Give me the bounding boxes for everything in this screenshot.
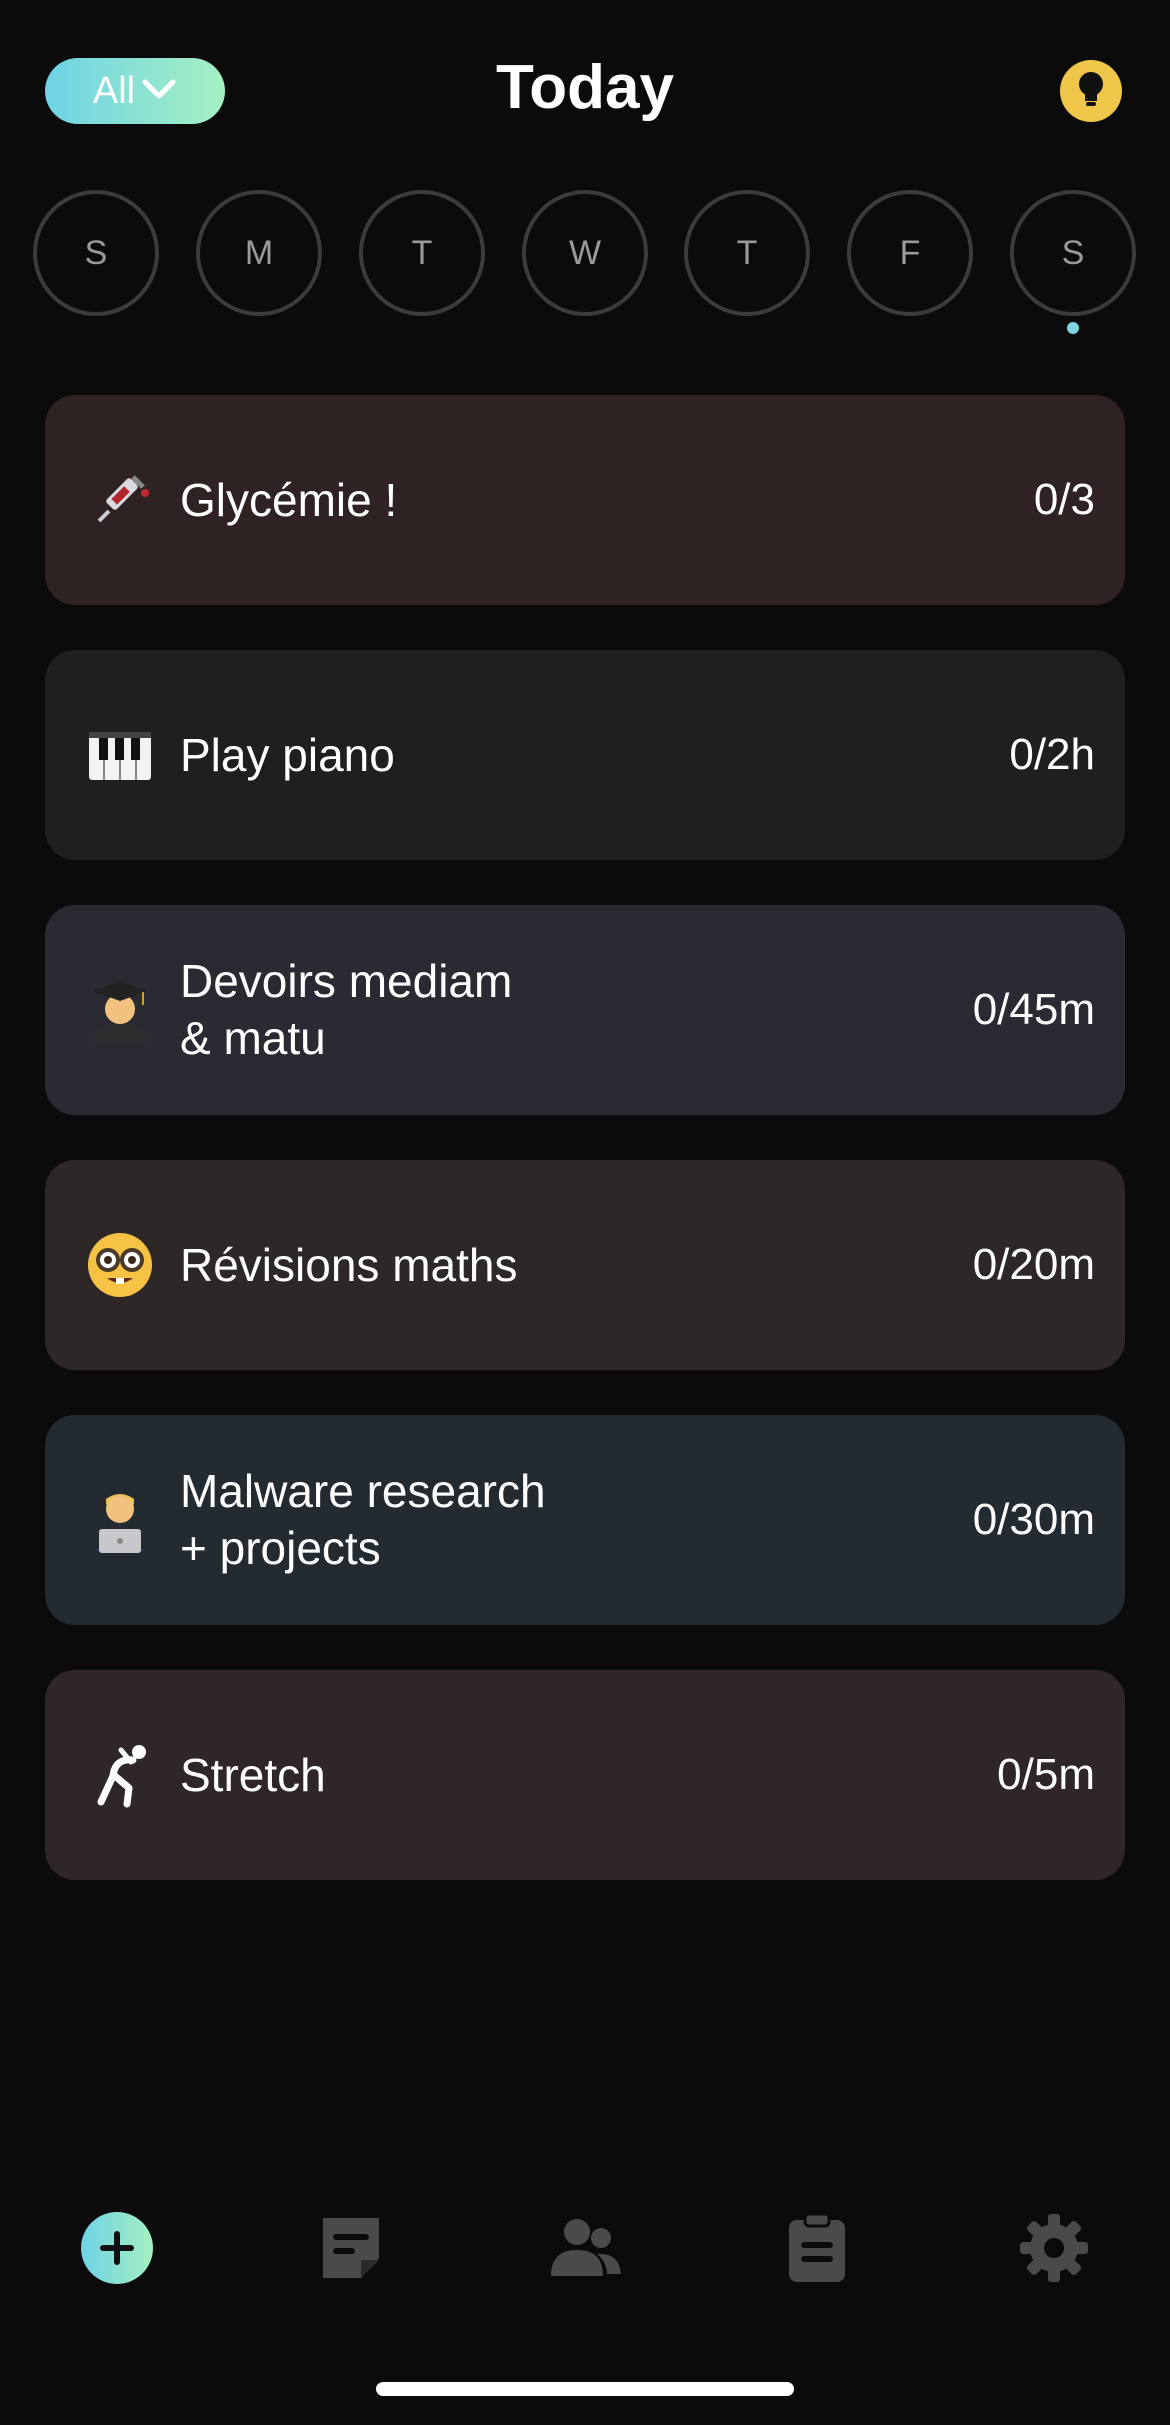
tip-button[interactable] — [1060, 60, 1122, 122]
student-icon — [85, 975, 155, 1045]
habit-name: Play piano — [180, 728, 395, 781]
day-wednesday[interactable]: W — [522, 190, 648, 316]
day-label: T — [411, 233, 433, 272]
add-habit-icon — [79, 2210, 155, 2291]
habit-name: Révisions maths — [180, 1238, 518, 1291]
habit-name-line2: + projects — [180, 1522, 381, 1574]
day-label: S — [84, 233, 108, 272]
habit-name-line1: Devoirs mediam — [180, 955, 513, 1007]
day-monday[interactable]: M — [196, 190, 322, 316]
habit-name: Devoirs mediam & matu — [180, 953, 973, 1067]
day-label: M — [244, 233, 274, 272]
habit-progress: 0/3 — [1033, 475, 1095, 524]
week-day-selector: S M T W T F S — [0, 190, 1170, 340]
today-indicator-dot — [1067, 322, 1079, 334]
home-indicator — [376, 2382, 794, 2396]
habit-card[interactable]: Malware research + projects 0/30m — [45, 1415, 1125, 1625]
habit-card[interactable]: Play piano 0/2h — [45, 650, 1125, 860]
day-label: W — [568, 233, 602, 272]
nav-friends[interactable] — [535, 2200, 635, 2300]
habit-name: Glycémie ! — [180, 473, 398, 526]
habit-card[interactable]: Révisions maths 0/20m — [45, 1160, 1125, 1370]
syringe-icon — [85, 465, 155, 535]
habit-name: Malware research + projects — [180, 1463, 973, 1577]
day-tuesday[interactable]: T — [359, 190, 485, 316]
nav-settings[interactable] — [1004, 2200, 1104, 2300]
day-saturday[interactable]: S — [1010, 190, 1136, 316]
habit-card[interactable]: Stretch 0/5m — [45, 1670, 1125, 1880]
day-label: F — [899, 233, 921, 272]
clipboard-icon — [779, 2210, 855, 2291]
nerd-face-icon — [85, 1230, 155, 1300]
habit-progress: 0/30m — [972, 1495, 1095, 1544]
habit-progress: 0/20m — [972, 1240, 1095, 1289]
day-label: T — [736, 233, 758, 272]
habit-progress: 0/2h — [1009, 730, 1095, 779]
screen: All Today S M T W T F S Glycémie ! 0/3 P… — [0, 0, 1170, 2425]
stretch-icon — [85, 1740, 155, 1810]
habit-card[interactable]: Glycémie ! 0/3 — [45, 395, 1125, 605]
day-friday[interactable]: F — [847, 190, 973, 316]
habit-progress: 0/45m — [972, 985, 1095, 1034]
day-label: S — [1061, 233, 1085, 272]
nav-add-habit[interactable] — [67, 2200, 167, 2300]
page-title: Today — [496, 53, 674, 122]
header: All Today — [0, 0, 1170, 180]
lightbulb-icon — [1073, 69, 1109, 114]
bottom-navigation — [0, 2200, 1170, 2300]
habit-name-line1: Malware research — [180, 1465, 546, 1517]
journal-icon — [313, 2210, 389, 2291]
day-sunday[interactable]: S — [33, 190, 159, 316]
nav-journal[interactable] — [301, 2200, 401, 2300]
habit-name: Stretch — [180, 1748, 326, 1801]
habit-progress: 0/5m — [997, 1750, 1095, 1799]
technologist-icon — [85, 1485, 155, 1555]
friends-icon — [547, 2210, 623, 2291]
nav-clipboard[interactable] — [767, 2200, 867, 2300]
piano-keys-icon — [85, 720, 155, 790]
day-thursday[interactable]: T — [684, 190, 810, 316]
settings-gear-icon — [1016, 2210, 1092, 2291]
habit-name-line2: & matu — [180, 1012, 326, 1064]
habit-card[interactable]: Devoirs mediam & matu 0/45m — [45, 905, 1125, 1115]
